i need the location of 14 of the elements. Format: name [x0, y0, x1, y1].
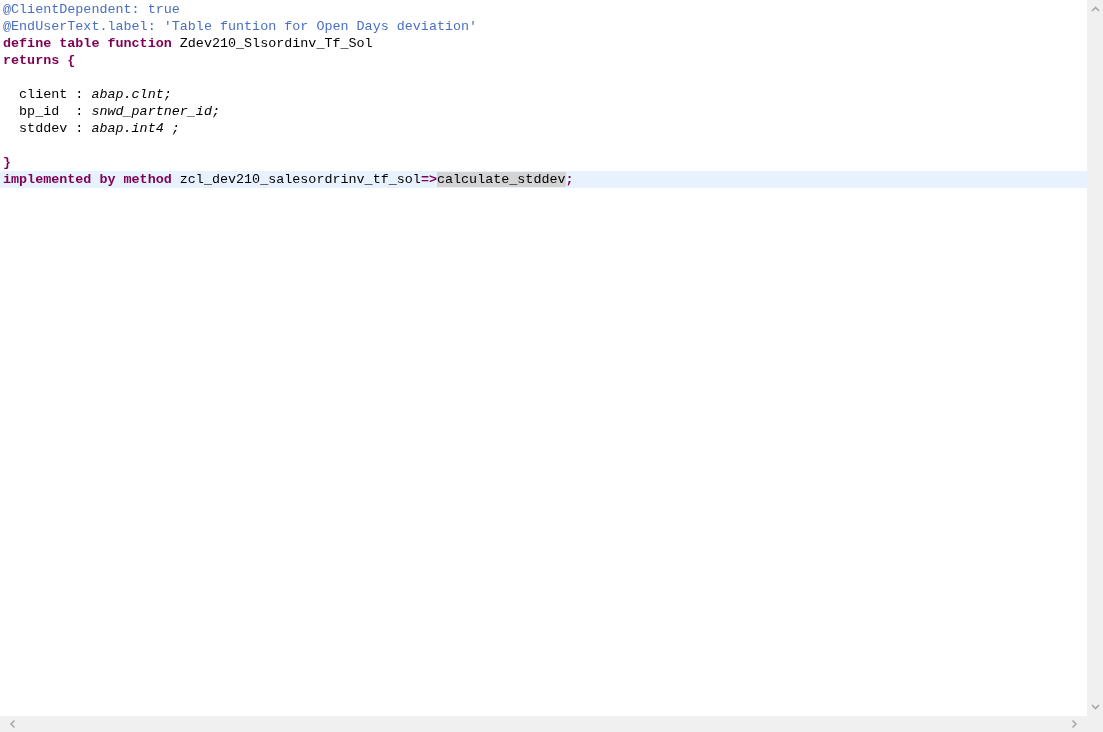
horizontal-scrollbar[interactable] [0, 716, 1087, 732]
code-line: define table function Zdev210_Slsordinv_Tf_Sol [2, 35, 374, 52]
code-line: client : abap.clnt; [18, 86, 173, 103]
scroll-up-icon[interactable] [1090, 6, 1100, 12]
code-line: returns { [2, 52, 77, 69]
scroll-down-icon[interactable] [1090, 704, 1100, 710]
code-line: @EndUserText.label: 'Table funtion for Open Days deviation' [2, 18, 479, 35]
code-line: } [2, 154, 13, 171]
vertical-scrollbar[interactable] [1087, 0, 1103, 716]
code-line: @ClientDependent: true [2, 1, 181, 18]
scroll-right-icon[interactable] [1071, 719, 1078, 729]
code-line: bp_id : snwd_partner_id; [18, 103, 221, 120]
code-line: stddev : abap.int4 ; [18, 120, 181, 137]
scroll-left-icon[interactable] [9, 719, 16, 729]
